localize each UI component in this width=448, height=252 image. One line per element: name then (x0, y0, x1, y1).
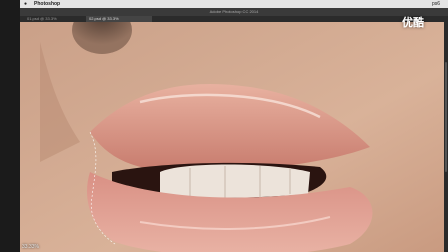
lips-photo (20, 22, 448, 252)
zoom-status: 33.33% (22, 244, 39, 250)
tools-panel (0, 0, 20, 252)
menu-bar: ● Photoshop ps6 (20, 0, 448, 8)
title-bar: Adobe Photoshop CC 2014 (20, 8, 448, 16)
app-name[interactable]: Photoshop (34, 0, 60, 8)
menubar-status-text: ps6 (431, 1, 440, 7)
document-canvas[interactable] (20, 22, 448, 252)
vertical-scrollbar[interactable] (444, 22, 448, 252)
watermark-text: 优酷 (402, 16, 424, 29)
window-title: Adobe Photoshop CC 2014 (209, 9, 259, 14)
apple-icon[interactable]: ● (24, 0, 27, 8)
scroll-thumb[interactable] (445, 62, 447, 172)
